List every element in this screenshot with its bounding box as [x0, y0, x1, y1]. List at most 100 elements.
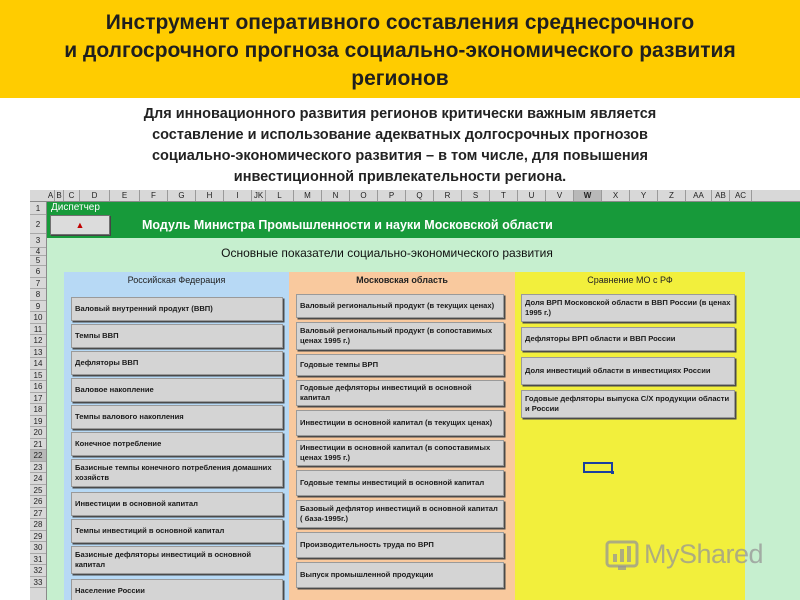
indicator-button-cmp[interactable]: Годовые дефляторы выпуска С/Х продукции …: [521, 390, 735, 418]
indicator-button-rf[interactable]: Дефляторы ВВП: [71, 351, 283, 375]
column-header[interactable]: X: [602, 190, 630, 201]
indicator-button-rf[interactable]: Валовый внутренний продукт (ВВП): [71, 297, 283, 321]
row-header[interactable]: 26: [30, 496, 46, 508]
indicator-button-rf[interactable]: Темпы ВВП: [71, 324, 283, 348]
row-header[interactable]: 2: [30, 215, 46, 234]
indicator-button-label: Валовый региональный продукт (в текущих …: [300, 301, 495, 310]
indicator-button-mo[interactable]: Базовый дефлятор инвестиций в основной к…: [296, 500, 504, 528]
row-header[interactable]: 24: [30, 473, 46, 485]
indicator-button-mo[interactable]: Годовые темпы ВРП: [296, 354, 504, 376]
indicator-button-label: Годовые темпы ВРП: [300, 360, 379, 369]
column-header[interactable]: G: [168, 190, 196, 201]
row-header[interactable]: 17: [30, 393, 46, 404]
indicator-button-rf[interactable]: Базисные дефляторы инвестиций в основной…: [71, 546, 283, 574]
column-header[interactable]: E: [110, 190, 140, 201]
indicator-button-rf[interactable]: Базисные темпы конечного потребления дом…: [71, 459, 283, 487]
row-header[interactable]: 1: [30, 202, 46, 215]
row-header[interactable]: 5: [30, 256, 46, 266]
column-header[interactable]: I: [224, 190, 252, 201]
shape-handle[interactable]: [611, 471, 614, 474]
row-header[interactable]: 12: [30, 335, 46, 347]
indicator-button-label: Годовые дефляторы выпуска С/Х продукции …: [525, 394, 730, 413]
column-header[interactable]: AA: [686, 190, 712, 201]
row-header[interactable]: 28: [30, 519, 46, 531]
indicator-button-rf[interactable]: Темпы валового накопления: [71, 405, 283, 429]
indicator-button-mo[interactable]: Инвестиции в основной капитал (в текущих…: [296, 410, 504, 436]
row-header[interactable]: 10: [30, 312, 46, 324]
row-header[interactable]: 6: [30, 266, 46, 278]
column-header[interactable]: AC: [730, 190, 752, 201]
indicator-button-rf[interactable]: Валовое накопление: [71, 378, 283, 402]
row-header[interactable]: 33: [30, 577, 46, 588]
column-header[interactable]: P: [378, 190, 406, 201]
column-header[interactable]: Y: [630, 190, 658, 201]
indicator-button-cmp[interactable]: Дефляторы ВРП области и ВВП России: [521, 327, 735, 351]
column-header[interactable]: JK: [252, 190, 266, 201]
column-header[interactable]: S: [462, 190, 490, 201]
indicator-button-rf[interactable]: Темпы инвестиций в основной капитал: [71, 519, 283, 543]
indicator-button-cmp[interactable]: Доля ВРП Московской области в ВВП России…: [521, 294, 735, 322]
column-header[interactable]: L: [266, 190, 294, 201]
indicator-button-rf[interactable]: Население России: [71, 579, 283, 600]
column-header[interactable]: Q: [406, 190, 434, 201]
indicator-button-mo[interactable]: Валовый региональный продукт (в сопостав…: [296, 322, 504, 350]
indicator-button-rf[interactable]: Инвестиции в основной капитал: [71, 492, 283, 516]
column-header[interactable]: T: [490, 190, 518, 201]
column-header[interactable]: C: [64, 190, 80, 201]
row-header[interactable]: 11: [30, 324, 46, 335]
column-header[interactable]: D: [80, 190, 110, 201]
column-header[interactable]: AB: [712, 190, 730, 201]
column-header[interactable]: M: [294, 190, 322, 201]
indicator-button-label: Инвестиции в основной капитал: [75, 499, 198, 508]
row-header[interactable]: 13: [30, 347, 46, 358]
row-header[interactable]: 16: [30, 381, 46, 393]
column-header[interactable]: V: [546, 190, 574, 201]
selected-shape[interactable]: [583, 462, 613, 473]
row-header[interactable]: 20: [30, 427, 46, 439]
column-header[interactable]: R: [434, 190, 462, 201]
dispatcher-label: Диспетчер: [47, 202, 800, 214]
panel-moscow-region: Московская область Валовый региональный …: [289, 272, 515, 600]
indicator-button-mo[interactable]: Годовые темпы инвестиций в основной капи…: [296, 470, 504, 496]
row-header[interactable]: 21: [30, 439, 46, 450]
row-header[interactable]: 25: [30, 485, 46, 496]
indicator-button-mo[interactable]: Инвестиции в основной капитал (в сопоста…: [296, 440, 504, 466]
row-header[interactable]: 27: [30, 508, 46, 519]
row-header[interactable]: 15: [30, 370, 46, 381]
row-header[interactable]: 8: [30, 289, 46, 301]
column-header[interactable]: U: [518, 190, 546, 201]
back-button[interactable]: ▲: [50, 215, 110, 235]
row-header[interactable]: 23: [30, 462, 46, 473]
row-header[interactable]: 18: [30, 404, 46, 416]
column-header[interactable]: W: [574, 190, 602, 201]
indicator-button-label: Базисные темпы конечного потребления дом…: [75, 463, 272, 482]
row-header[interactable]: 7: [30, 278, 46, 289]
indicator-button-label: Производительность труда по ВРП: [300, 540, 434, 549]
indicator-button-mo[interactable]: Валовый региональный продукт (в текущих …: [296, 294, 504, 318]
row-header[interactable]: 3: [30, 234, 46, 248]
row-header[interactable]: 4: [30, 248, 46, 256]
row-header[interactable]: 30: [30, 542, 46, 554]
indicator-button-label: Население России: [75, 586, 145, 595]
row-header[interactable]: 31: [30, 554, 46, 565]
indicator-button-mo[interactable]: Выпуск промышленной продукции: [296, 562, 504, 588]
column-header[interactable]: O: [350, 190, 378, 201]
row-header[interactable]: 14: [30, 358, 46, 370]
column-header[interactable]: H: [196, 190, 224, 201]
row-header[interactable]: 9: [30, 301, 46, 312]
indicator-button-mo[interactable]: Годовые дефляторы инвестиций в основной …: [296, 380, 504, 406]
indicator-button-mo[interactable]: Производительность труда по ВРП: [296, 532, 504, 558]
column-header[interactable]: A: [47, 190, 55, 201]
intro-line: составление и использование адекватных д…: [152, 127, 648, 143]
indicator-button-label: Валовое накопление: [75, 385, 154, 394]
column-header[interactable]: Z: [658, 190, 686, 201]
row-header[interactable]: 19: [30, 416, 46, 427]
column-header[interactable]: N: [322, 190, 350, 201]
column-header[interactable]: F: [140, 190, 168, 201]
indicator-button-rf[interactable]: Конечное потребление: [71, 432, 283, 456]
column-header[interactable]: B: [55, 190, 64, 201]
indicator-button-cmp[interactable]: Доля инвестиций области в инвестициях Ро…: [521, 357, 735, 385]
row-header[interactable]: 32: [30, 565, 46, 577]
row-header[interactable]: 29: [30, 531, 46, 542]
row-header[interactable]: 22: [30, 450, 46, 462]
